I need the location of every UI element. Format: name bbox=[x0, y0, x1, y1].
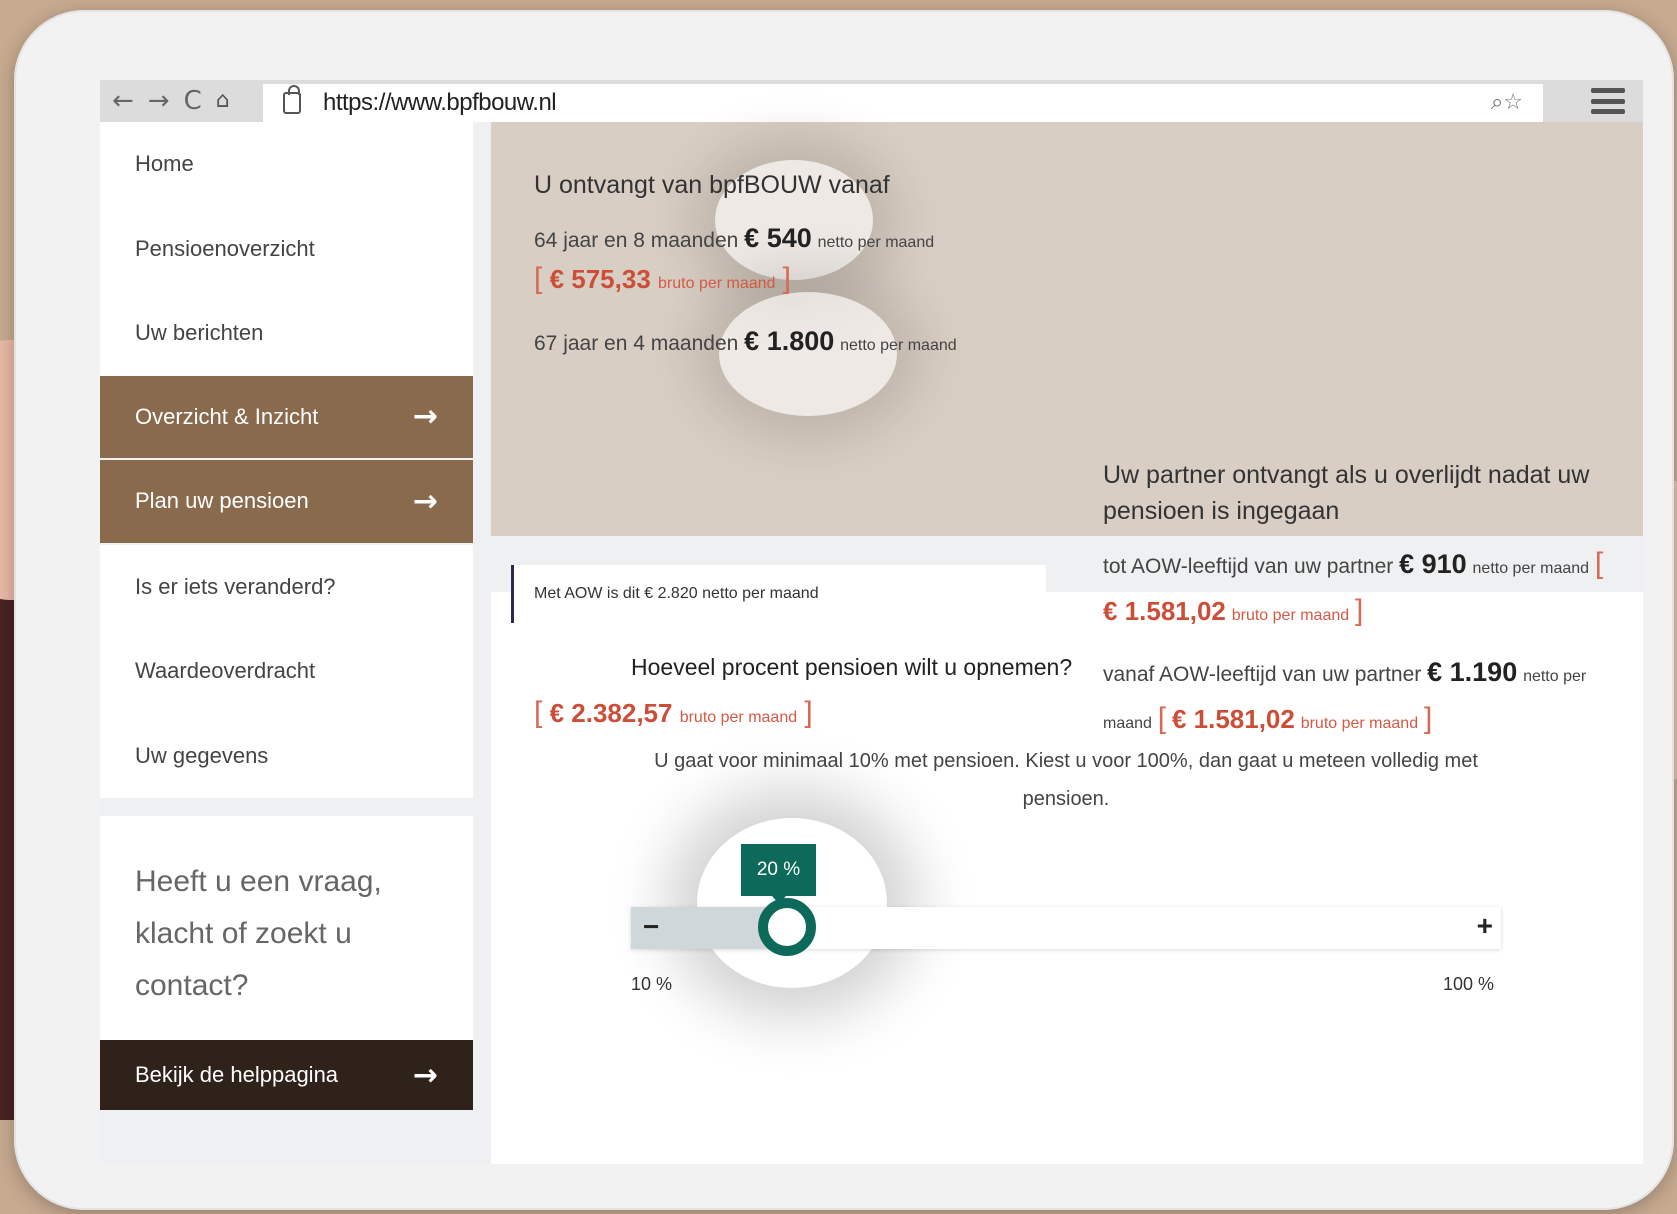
plan-info: U gaat voor minimaal 10% met pensioen. K… bbox=[654, 750, 1478, 810]
tablet-screen: ← → C ⌂ https://www.bpfbouw.nl ⌕☆ Home P… bbox=[100, 80, 1643, 1164]
left-heading: U ontvangt van bpfBOUW vanaf bbox=[534, 171, 890, 199]
sidebar-item-label: Plan uw pensioen bbox=[135, 488, 309, 514]
arrow-right-icon: → bbox=[412, 1057, 438, 1093]
aow-total-box: Met AOW is dit € 2.820 netto per maand bbox=[511, 565, 1046, 623]
pension-summary: U ontvangt van bpfBOUW vanaf 64 jaar en … bbox=[491, 122, 1643, 735]
pension-row-2: 67 jaar en 4 maanden € 1.800 netto per m… bbox=[534, 326, 957, 356]
browser-nav: ← → C ⌂ bbox=[100, 88, 265, 114]
sidebar-item-label: Home bbox=[135, 151, 194, 177]
home-icon[interactable]: ⌂ bbox=[216, 90, 230, 112]
arrow-right-icon: → bbox=[412, 399, 438, 435]
help-box: Heeft u een vraag, klacht of zoekt u con… bbox=[100, 816, 473, 1110]
own-pension-column: U ontvangt van bpfBOUW vanaf 64 jaar en … bbox=[534, 167, 1054, 357]
sidebar-item-waardeoverdracht[interactable]: Waardeoverdracht bbox=[100, 629, 473, 714]
help-text: Heeft u een vraag, klacht of zoekt u con… bbox=[135, 865, 382, 1002]
amount: € 540 bbox=[744, 223, 812, 253]
zoom-star-icon[interactable]: ⌕☆ bbox=[1491, 90, 1523, 115]
back-icon[interactable]: ← bbox=[112, 88, 134, 114]
partner-row-1: tot AOW-leeftijd van uw partner € 910 ne… bbox=[1103, 547, 1604, 627]
tablet-frame: ← → C ⌂ https://www.bpfbouw.nl ⌕☆ Home P… bbox=[14, 10, 1674, 1210]
sidebar-item-label: Uw gegevens bbox=[135, 742, 269, 768]
slider-handle[interactable] bbox=[758, 898, 816, 956]
sidebar-item-label: Uw berichten bbox=[135, 320, 264, 346]
lock-icon bbox=[283, 85, 301, 114]
hamburger-menu-icon[interactable] bbox=[1591, 88, 1625, 114]
help-button-label: Bekijk de helppagina bbox=[135, 1062, 339, 1087]
arrow-right-icon: → bbox=[412, 483, 438, 519]
sidebar-item-gegevens[interactable]: Uw gegevens bbox=[100, 714, 473, 799]
reload-icon[interactable]: C bbox=[184, 88, 202, 114]
sidebar-item-label: Waardeoverdracht bbox=[135, 658, 316, 684]
sidebar-nav: Home Pensioenoverzicht Uw berichten Over… bbox=[100, 122, 473, 798]
help-page-button[interactable]: Bekijk de helppagina → bbox=[100, 1040, 473, 1110]
slider-min-label: 10 % bbox=[631, 974, 673, 994]
sidebar: Home Pensioenoverzicht Uw berichten Over… bbox=[100, 122, 473, 1110]
slider-max-label: 100 % bbox=[1443, 974, 1495, 994]
url-text: https://www.bpfbouw.nl bbox=[323, 89, 557, 116]
sidebar-item-plan-pensioen[interactable]: Plan uw pensioen → bbox=[100, 460, 473, 545]
browser-toolbar: ← → C ⌂ https://www.bpfbouw.nl ⌕☆ bbox=[100, 80, 1643, 122]
plan-question: Hoeveel procent pensioen wilt u opnemen? bbox=[631, 654, 1073, 680]
decrease-button[interactable]: − bbox=[643, 911, 659, 943]
pension-row-1: 64 jaar en 8 maanden € 540 netto per maa… bbox=[534, 223, 935, 253]
sidebar-item-label: Is er iets veranderd? bbox=[135, 573, 336, 599]
amount: € 1.800 bbox=[744, 326, 835, 356]
sidebar-item-pensioenoverzicht[interactable]: Pensioenoverzicht bbox=[100, 207, 473, 292]
sidebar-item-label: Pensioenoverzicht bbox=[135, 235, 315, 261]
bruto-row-1: [ € 575,33 bruto per maand ] bbox=[534, 262, 792, 295]
sidebar-item-label: Overzicht & Inzicht bbox=[135, 403, 319, 429]
sidebar-item-veranderd[interactable]: Is er iets veranderd? bbox=[100, 545, 473, 630]
slider-value-tooltip: 20 % bbox=[741, 844, 816, 904]
increase-button[interactable]: + bbox=[1477, 910, 1493, 942]
sidebar-item-berichten[interactable]: Uw berichten bbox=[100, 291, 473, 376]
partner-row-2: vanaf AOW-leeftijd van uw partner € 1.19… bbox=[1103, 657, 1587, 735]
sidebar-item-overzicht-inzicht[interactable]: Overzicht & Inzicht → bbox=[100, 375, 473, 460]
sidebar-item-home[interactable]: Home bbox=[100, 122, 473, 207]
address-bar[interactable]: https://www.bpfbouw.nl ⌕☆ bbox=[263, 84, 1543, 122]
right-heading: Uw partner ontvangt als u overlijdt nada… bbox=[1103, 461, 1590, 525]
forward-icon[interactable]: → bbox=[148, 88, 170, 114]
partner-pension-column: Uw partner ontvangt als u overlijdt nada… bbox=[1103, 457, 1613, 745]
